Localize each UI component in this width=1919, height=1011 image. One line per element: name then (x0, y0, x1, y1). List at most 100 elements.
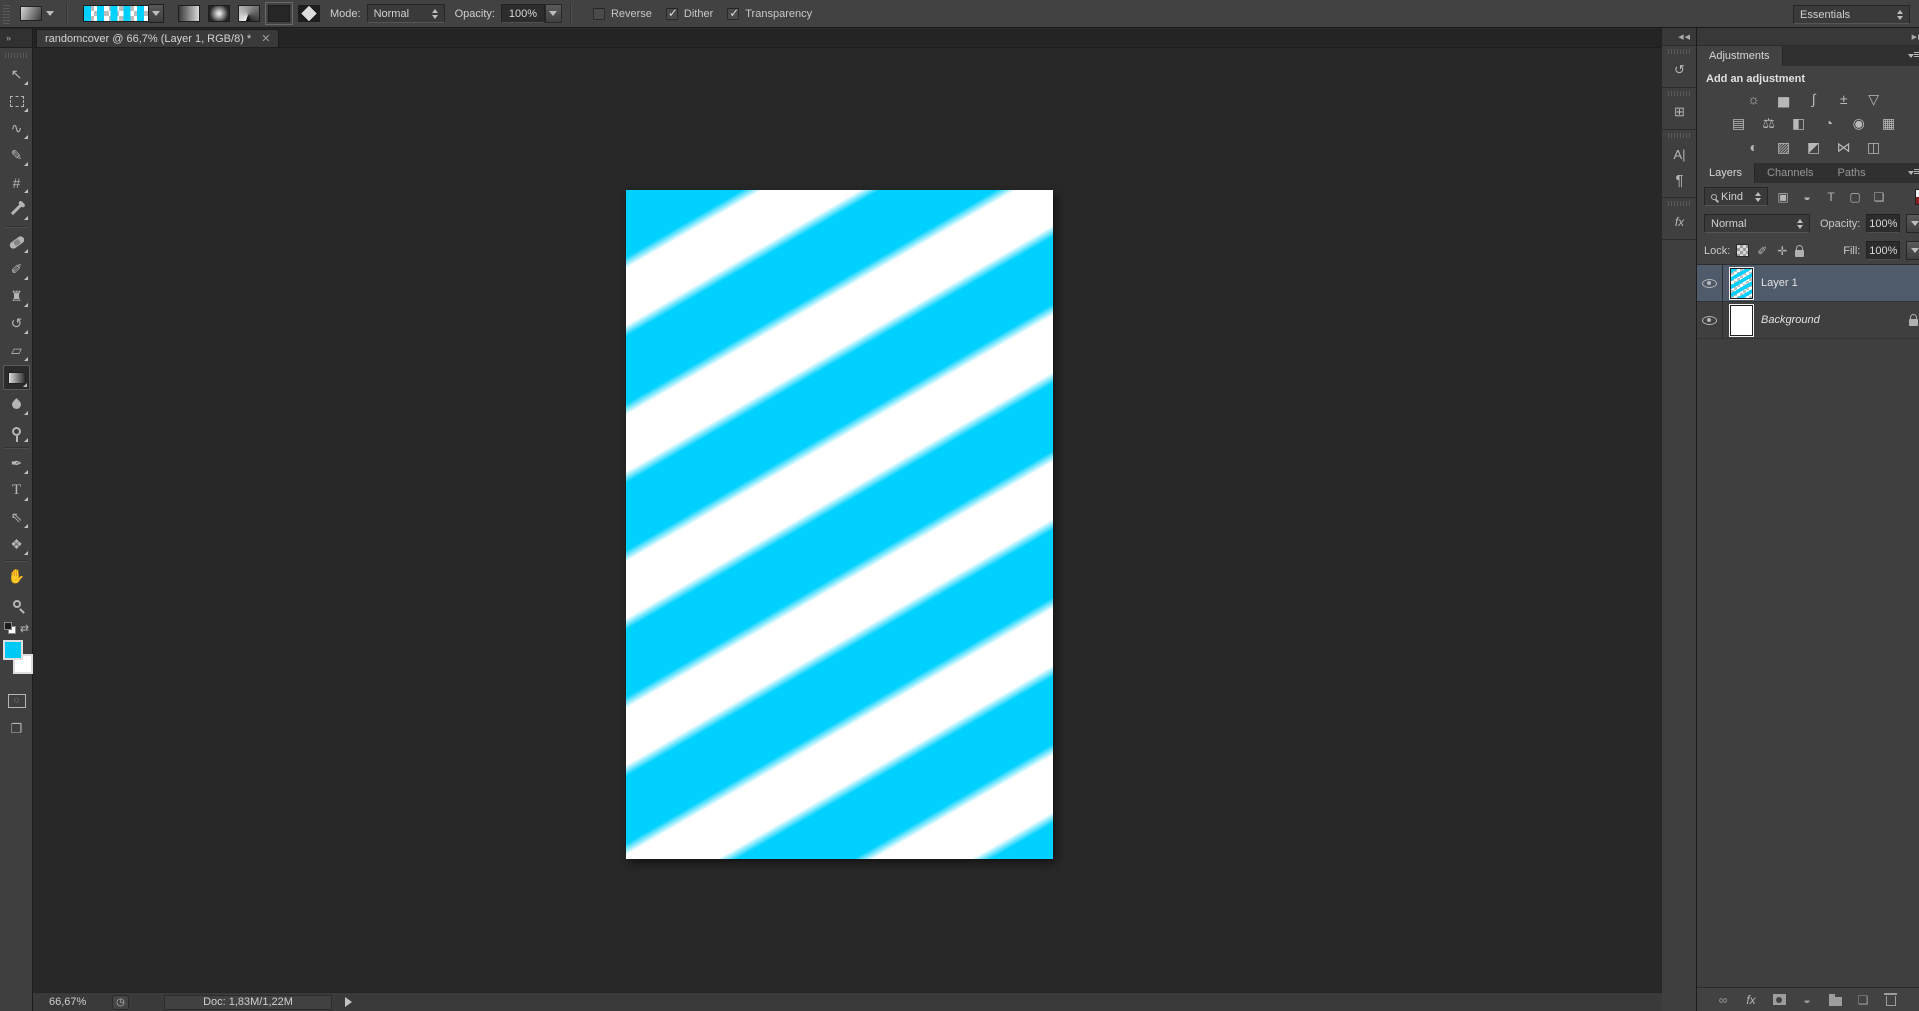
brightness-contrast-icon[interactable]: ☼ (1744, 91, 1763, 107)
options-bar-gripper[interactable] (3, 3, 10, 24)
delete-layer-button[interactable] (1883, 992, 1899, 1008)
radial-gradient-button[interactable] (208, 5, 230, 22)
curves-icon[interactable]: ∫ (1804, 91, 1823, 107)
character-panel-button[interactable]: A| (1662, 141, 1697, 167)
dither-checkbox[interactable] (665, 6, 678, 20)
custom-shape-tool[interactable]: ❖ (3, 532, 30, 557)
gradient-tool-selected[interactable] (3, 365, 30, 390)
exposure-icon[interactable]: ± (1834, 91, 1853, 107)
layer1-thumbnail[interactable] (1729, 266, 1754, 300)
quick-mask-button[interactable]: ◌ (3, 688, 30, 713)
threshold-icon[interactable]: ◩ (1804, 139, 1823, 155)
background-thumbnail[interactable] (1729, 303, 1754, 337)
color-lookup-icon[interactable]: ▦ (1879, 115, 1898, 131)
styles-panel-button[interactable]: fx (1662, 209, 1697, 235)
reverse-checkbox-row[interactable]: Reverse (592, 7, 652, 20)
path-selection-tool[interactable]: ⇖ (3, 505, 30, 530)
paragraph-panel-button[interactable]: ¶ (1662, 167, 1697, 193)
toolbar-gripper[interactable] (5, 53, 27, 58)
crop-tool[interactable]: # (3, 170, 30, 195)
opacity-field[interactable]: 100% (500, 4, 545, 23)
layer-row-background[interactable]: Background (1697, 302, 1919, 339)
panel-menu-icon[interactable] (1908, 169, 1919, 178)
marquee-tool[interactable] (3, 89, 30, 114)
blend-mode-dropdown[interactable]: Normal (366, 4, 445, 23)
lock-position-icon[interactable]: ✛ (1775, 243, 1789, 259)
dither-checkbox-row[interactable]: Dither (665, 6, 713, 20)
canvas-image[interactable] (626, 190, 1053, 859)
gradient-picker-button[interactable] (149, 4, 164, 23)
eraser-tool[interactable]: ▱ (3, 338, 30, 363)
opacity-dropdown-button[interactable] (544, 4, 562, 23)
document-area[interactable]: 66,67% ◷ Doc: 1,83M/1,22M (33, 48, 1662, 1011)
angle-gradient-button[interactable] (238, 5, 260, 22)
panel-gripper[interactable] (1668, 133, 1690, 138)
layer-blend-mode-dropdown[interactable]: Normal (1704, 214, 1810, 233)
filter-smart-object-button[interactable]: ❏ (1870, 189, 1888, 205)
new-adjustment-layer-button[interactable]: ◒ (1799, 992, 1815, 1008)
panel-gripper[interactable] (1668, 49, 1690, 54)
gradient-map-icon[interactable]: ⋈ (1834, 139, 1853, 155)
posterize-icon[interactable]: ▨ (1774, 139, 1793, 155)
filter-image-button[interactable]: ▣ (1774, 189, 1792, 205)
lock-transparency-icon[interactable] (1736, 244, 1750, 257)
reflected-gradient-button[interactable] (265, 2, 293, 25)
strip-collapse-button[interactable]: ◀◀ (1662, 28, 1696, 46)
history-brush-tool[interactable]: ↺ (3, 311, 30, 336)
filter-toggle[interactable] (1915, 188, 1919, 205)
quick-selection-tool[interactable]: ✎ (3, 143, 30, 168)
fill-dropdown-button[interactable] (1906, 241, 1919, 260)
linear-gradient-button[interactable] (178, 5, 200, 22)
layer-opacity-field[interactable]: 100% (1866, 214, 1901, 233)
screen-mode-button[interactable]: ❐ (3, 716, 30, 741)
status-options-arrow-icon[interactable] (345, 997, 352, 1007)
diamond-gradient-button[interactable] (298, 5, 320, 22)
properties-panel-button[interactable]: ⊞ (1662, 99, 1697, 125)
type-tool[interactable]: T (3, 478, 30, 503)
filter-shape-button[interactable]: ▢ (1846, 189, 1864, 205)
clone-stamp-tool[interactable]: ♜ (3, 284, 30, 309)
filter-adjustment-button[interactable]: ◒ (1798, 189, 1816, 205)
layer-name[interactable]: Background (1761, 314, 1820, 326)
vibrance-icon[interactable]: ▽ (1864, 91, 1883, 107)
status-page-icon[interactable]: ◷ (112, 994, 129, 1010)
default-colors-icon[interactable] (3, 622, 16, 634)
eye-icon[interactable] (1702, 278, 1717, 288)
layer-row-layer1[interactable]: Layer 1 (1697, 265, 1919, 302)
tool-preset-picker[interactable] (16, 4, 58, 23)
photo-filter-icon[interactable]: ◔ (1819, 115, 1838, 131)
gradient-editor-control[interactable] (83, 4, 164, 23)
eyedropper-tool[interactable] (3, 197, 30, 222)
visibility-cell[interactable] (1697, 265, 1723, 301)
foreground-color-swatch[interactable] (3, 640, 23, 660)
new-group-button[interactable] (1827, 992, 1843, 1008)
visibility-cell[interactable] (1697, 302, 1723, 338)
layer-style-button[interactable]: fx (1743, 992, 1759, 1008)
eye-icon[interactable] (1702, 315, 1717, 325)
invert-icon[interactable]: ◐ (1744, 139, 1763, 155)
zoom-level-field[interactable]: 66,67% (43, 995, 105, 1010)
link-layers-button[interactable]: ∞ (1715, 992, 1731, 1008)
toolbar-expand-button[interactable]: » (0, 29, 33, 47)
transparency-checkbox-row[interactable]: Transparency (727, 6, 812, 20)
layer-opacity-dropdown-button[interactable] (1906, 214, 1919, 233)
hand-tool[interactable]: ✋ (3, 564, 30, 589)
transparency-checkbox[interactable] (727, 6, 739, 20)
pen-tool[interactable]: ✒ (3, 451, 30, 476)
history-panel-button[interactable]: ↺ (1662, 57, 1697, 83)
close-tab-icon[interactable]: ✕ (261, 32, 270, 45)
panel-gripper[interactable] (1668, 201, 1690, 206)
panel-menu-icon[interactable] (1908, 52, 1919, 61)
tab-channels[interactable]: Channels (1755, 163, 1825, 183)
panel-gripper[interactable] (1668, 91, 1690, 96)
blur-tool[interactable] (3, 392, 30, 417)
panel-collapse-button[interactable]: ▶▶ (1697, 28, 1919, 46)
gradient-preview[interactable] (83, 5, 149, 22)
levels-icon[interactable]: ▅ (1774, 91, 1793, 107)
document-tab[interactable]: randomcover @ 66,7% (Layer 1, RGB/8) * ✕ (36, 29, 280, 47)
lock-all-icon[interactable] (1795, 244, 1805, 257)
workspace-switcher[interactable]: Essentials (1793, 5, 1910, 24)
add-layer-mask-button[interactable] (1771, 992, 1787, 1008)
lasso-tool[interactable]: ∿ (3, 116, 30, 141)
filter-type-button[interactable]: T (1822, 189, 1840, 205)
